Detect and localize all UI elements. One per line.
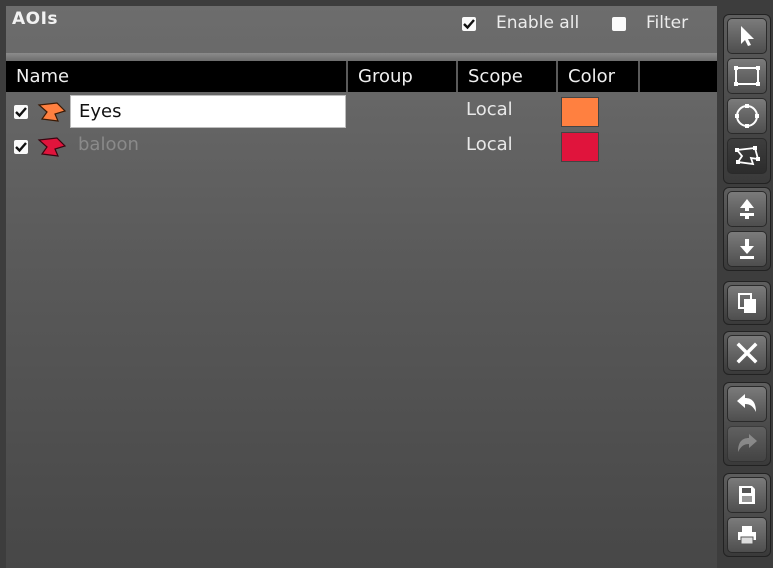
enable-all-checkbox[interactable] bbox=[462, 17, 476, 31]
filter-label[interactable]: Filter bbox=[646, 13, 688, 33]
undo-icon bbox=[737, 394, 756, 412]
redo-button[interactable] bbox=[727, 426, 767, 462]
undo-button[interactable] bbox=[727, 386, 767, 422]
aoi-polygon-icon bbox=[37, 137, 67, 157]
drawing-tools-group bbox=[723, 14, 771, 184]
scope-cell: Local bbox=[466, 99, 513, 120]
aoi-name-input[interactable]: Eyes bbox=[70, 95, 346, 128]
move-up-icon bbox=[740, 199, 754, 219]
rectangle-tool-button[interactable] bbox=[727, 58, 767, 94]
save-button[interactable] bbox=[727, 477, 767, 513]
row-enable-checkbox[interactable] bbox=[14, 140, 28, 154]
ellipse-icon bbox=[735, 104, 759, 128]
color-swatch[interactable] bbox=[561, 132, 599, 162]
print-button[interactable] bbox=[727, 517, 767, 553]
table-row[interactable]: baloon Local bbox=[6, 130, 717, 164]
column-header-color[interactable]: Color bbox=[556, 61, 638, 92]
duplicate-button[interactable] bbox=[727, 285, 767, 321]
print-icon bbox=[738, 526, 756, 545]
column-header-name[interactable]: Name bbox=[6, 61, 346, 92]
column-header-scope[interactable]: Scope bbox=[456, 61, 556, 92]
delete-button[interactable] bbox=[727, 335, 767, 371]
table-row[interactable]: Eyes Local bbox=[6, 95, 717, 129]
aoi-polygon-icon bbox=[37, 102, 67, 122]
scope-cell: Local bbox=[466, 134, 513, 155]
filter-checkbox[interactable] bbox=[612, 17, 626, 31]
column-header-group[interactable]: Group bbox=[346, 61, 456, 92]
select-tool-button[interactable] bbox=[727, 18, 767, 54]
rectangle-icon bbox=[734, 66, 760, 86]
polygon-tool-button[interactable] bbox=[727, 138, 767, 174]
ellipse-tool-button[interactable] bbox=[727, 98, 767, 134]
table-header-bar bbox=[6, 53, 717, 61]
checkmark-icon bbox=[463, 19, 475, 30]
history-group bbox=[723, 382, 771, 466]
color-swatch[interactable] bbox=[561, 97, 599, 127]
duplicate-icon bbox=[738, 293, 756, 313]
delete-icon bbox=[736, 342, 758, 364]
order-tools-group bbox=[723, 187, 771, 271]
move-down-icon bbox=[740, 239, 754, 259]
delete-group bbox=[723, 331, 771, 375]
redo-icon bbox=[738, 434, 757, 452]
polygon-icon bbox=[735, 146, 760, 166]
move-up-button[interactable] bbox=[727, 191, 767, 227]
column-header-empty bbox=[638, 61, 717, 92]
aoi-name-cell[interactable]: baloon bbox=[78, 134, 139, 155]
checkmark-icon bbox=[15, 142, 27, 153]
aoi-panel: AOIs Enable all Filter Name Group Scope … bbox=[6, 6, 717, 568]
save-icon bbox=[739, 486, 755, 504]
move-down-button[interactable] bbox=[727, 231, 767, 267]
file-group bbox=[723, 473, 771, 557]
enable-all-label[interactable]: Enable all bbox=[496, 13, 579, 33]
checkmark-icon bbox=[15, 107, 27, 118]
panel-title: AOIs bbox=[12, 9, 59, 29]
aoi-toolbar bbox=[719, 0, 773, 568]
select-arrow-icon bbox=[741, 26, 754, 46]
duplicate-group bbox=[723, 281, 771, 325]
row-enable-checkbox[interactable] bbox=[14, 105, 28, 119]
